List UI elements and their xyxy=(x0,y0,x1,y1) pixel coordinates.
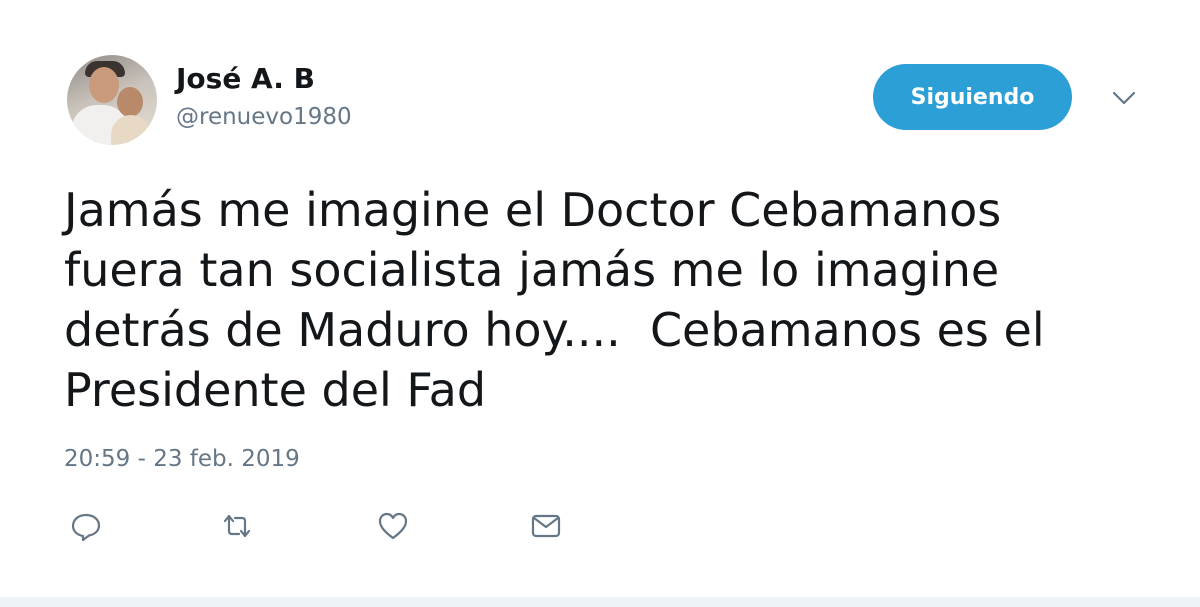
like-icon[interactable] xyxy=(376,510,410,542)
avatar[interactable] xyxy=(67,55,157,145)
reply-icon[interactable] xyxy=(69,510,103,542)
tweet-text: Jamás me imagine el Doctor Cebamanos fue… xyxy=(64,183,1045,417)
tweet-card: José A. B @renuevo1980 Siguiendo Jamás m… xyxy=(0,0,1200,597)
retweet-icon[interactable] xyxy=(220,510,254,542)
chevron-down-icon[interactable] xyxy=(1110,88,1138,108)
avatar-detail xyxy=(117,87,143,117)
message-icon[interactable] xyxy=(529,510,563,542)
divider xyxy=(0,597,1200,607)
display-name[interactable]: José A. B xyxy=(176,62,315,95)
user-handle[interactable]: @renuevo1980 xyxy=(176,104,352,130)
tweet-timestamp[interactable]: 20:59 - 23 feb. 2019 xyxy=(64,446,300,472)
following-button[interactable]: Siguiendo xyxy=(873,64,1072,130)
avatar-detail xyxy=(111,115,151,145)
avatar-detail xyxy=(89,67,119,103)
